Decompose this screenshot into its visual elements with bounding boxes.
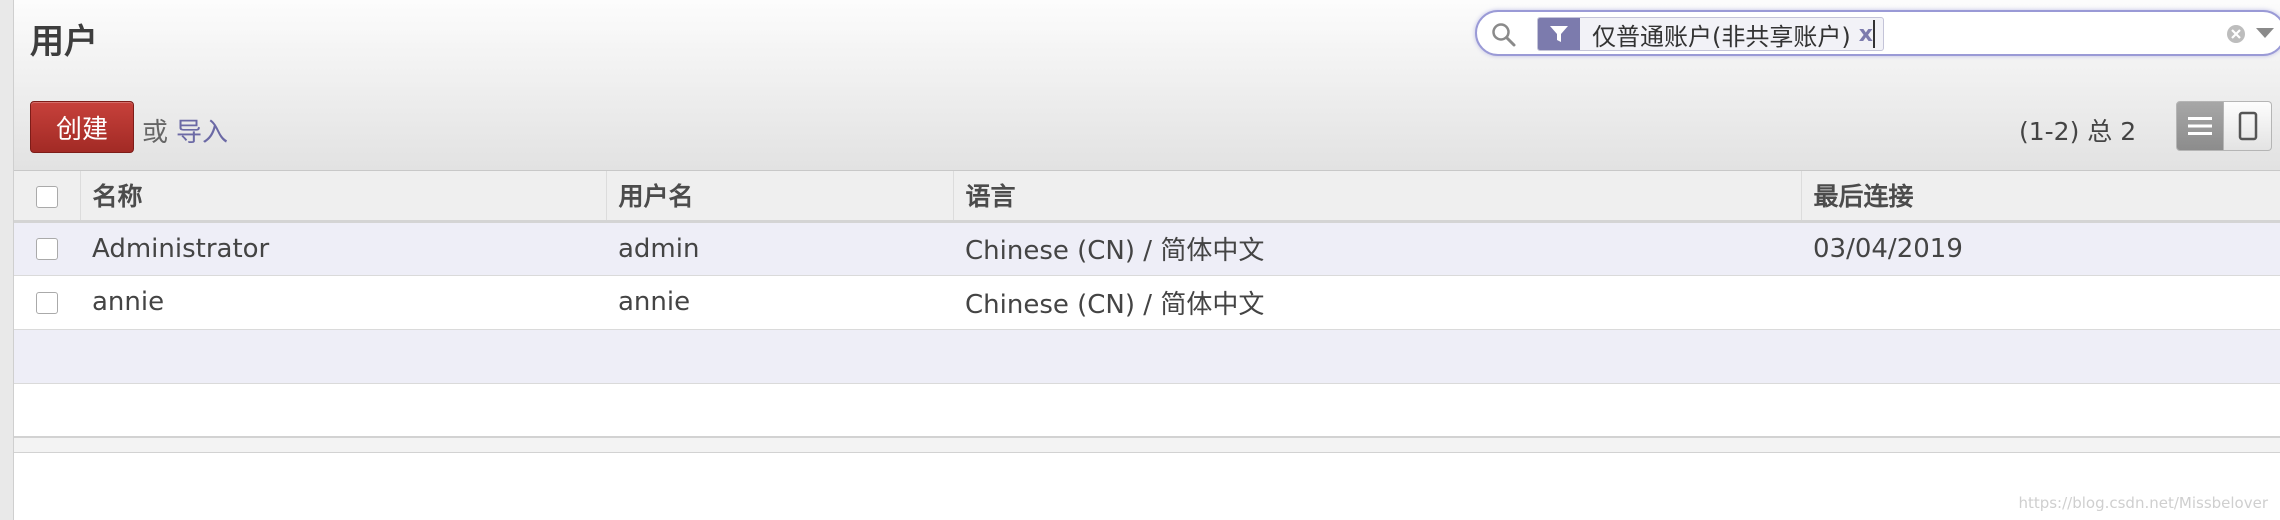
search-input-cursor[interactable] [1873,20,1875,48]
cell-login[interactable]: annie [606,275,953,330]
column-header-lang[interactable]: 语言 [953,171,1802,223]
pager-value[interactable]: (1-2) 总 2 [2019,112,2136,148]
cell-name[interactable]: Administrator [80,221,606,276]
facet-remove-button[interactable]: x [1859,22,1883,47]
form-view-button[interactable] [2224,101,2272,151]
row-checkbox[interactable] [36,238,58,260]
import-link[interactable]: 导入 [176,112,228,149]
empty-row [14,383,2280,438]
search-box[interactable]: 仅普通账户(非共享账户) x [1475,10,2280,56]
select-all-checkbox[interactable] [35,185,58,208]
table-header-row: 名称 用户名 语言 最后连接 [14,171,2280,223]
select-all-checkbox-cell[interactable] [14,171,81,223]
column-header-login[interactable]: 用户名 [606,171,954,223]
list-view-button[interactable] [2176,101,2224,151]
cell-lang[interactable]: Chinese (CN) / 简体中文 [953,275,1801,330]
facet-value: 仅普通账户(非共享账户) [1592,22,1851,51]
table-footer [14,436,2280,453]
column-header-name[interactable]: 名称 [80,171,607,223]
watermark: https://blog.csdn.net/Missbelover [2018,494,2268,512]
row-checkbox-cell[interactable] [14,221,80,276]
cell-last-login[interactable] [1801,275,2280,330]
cell-login[interactable]: admin [606,221,953,276]
clear-search-icon[interactable] [2226,24,2246,44]
form-view-icon [2238,111,2257,141]
column-header-last-login[interactable]: 最后连接 [1801,171,2280,223]
control-panel: 用户 仅普通账户(非共享账户) x 创建 或 导入 (1-2) 总 2 [14,0,2280,171]
row-checkbox[interactable] [36,291,58,314]
view-switcher [2176,101,2272,151]
left-border [0,0,14,520]
list-view-icon [2188,117,2212,135]
search-facet[interactable]: 仅普通账户(非共享账户) x [1537,17,1884,51]
empty-cell [14,383,2280,438]
filter-icon [1538,18,1580,50]
cell-last-login[interactable]: 03/04/2019 [1801,221,2280,276]
table-row[interactable]: annie annie Chinese (CN) / 简体中文 [14,275,2280,330]
row-checkbox-cell[interactable] [14,275,80,330]
search-icon[interactable] [1491,22,1517,48]
cell-name[interactable]: annie [80,275,606,330]
search-options-dropdown-icon[interactable] [2256,28,2274,38]
empty-cell [14,329,2280,384]
create-button[interactable]: 创建 [30,101,134,153]
users-table: 名称 用户名 语言 最后连接 Administrator admin Chine… [14,171,2280,438]
cell-lang[interactable]: Chinese (CN) / 简体中文 [953,221,1801,276]
page-title: 用户 [30,22,98,62]
empty-row [14,329,2280,384]
table-row[interactable]: Administrator admin Chinese (CN) / 简体中文 … [14,221,2280,276]
or-label: 或 [142,118,169,148]
